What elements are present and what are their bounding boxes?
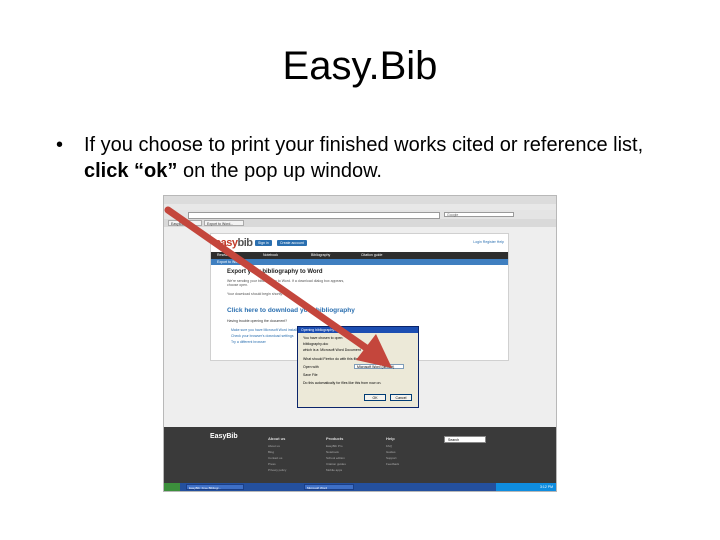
taskbar-word[interactable]: Microsoft Word (304, 484, 354, 490)
tab-strip: EasyBib Export to Word... (164, 219, 556, 227)
footer-link[interactable]: Contact us (268, 456, 282, 460)
cancel-button[interactable]: Cancel (390, 394, 412, 401)
taskbar-firefox[interactable]: EasyBib: Free Bibliogr... (186, 484, 244, 490)
footer-link[interactable]: About us (268, 444, 280, 448)
bullet-list: • If you choose to print your finished w… (56, 132, 676, 184)
site-footer: EasyBib About us About us Blog Contact u… (164, 427, 556, 483)
navigation-toolbar: Google (164, 210, 556, 219)
bullet-text-part1: If you choose to print your finished wor… (84, 134, 644, 156)
bullet-text-part2: on the pop up window. (177, 160, 382, 182)
footer-link[interactable]: Feedback (386, 462, 399, 466)
footer-link[interactable]: Blog (268, 450, 274, 454)
footer-head-products: Products (326, 436, 344, 441)
logo-bib: bib (237, 237, 253, 249)
sign-in-button[interactable]: Sign in (255, 240, 272, 246)
open-with-radio[interactable]: Open with (303, 365, 319, 369)
tab-easybib[interactable]: EasyBib (168, 220, 202, 226)
search-box[interactable]: Google (444, 212, 514, 217)
main-nav: Research Notebook Bibliography Citation … (211, 252, 508, 259)
export-paragraph-2: Your download should begin shortly. (227, 292, 283, 296)
footer-logo[interactable]: EasyBib (210, 433, 238, 440)
footer-head-help: Help (386, 436, 395, 441)
footer-head-about: About us (268, 436, 286, 441)
slide-title: Easy.Bib (282, 44, 438, 88)
footer-link[interactable]: EasyBib Pro (326, 444, 343, 448)
dialog-line-4: What should Firefox do with this file? (303, 357, 360, 361)
bullet-symbol: • (56, 134, 64, 156)
nav-bibliography[interactable]: Bibliography (311, 252, 330, 259)
export-heading: Export your bibliography to Word (227, 269, 323, 275)
footer-link[interactable]: Citation guides (326, 462, 346, 466)
address-bar[interactable] (188, 212, 440, 219)
dialog-line-3: which is a: Microsoft Word Document (303, 348, 361, 352)
help-list-item-3[interactable]: Try a different browser (231, 340, 266, 344)
footer-link[interactable]: School edition (326, 456, 345, 460)
subnav-export[interactable]: Export to Word (217, 259, 240, 265)
os-taskbar: EasyBib: Free Bibliogr... Microsoft Word… (164, 483, 556, 491)
bullet-text: If you choose to print your finished wor… (84, 132, 676, 184)
footer-link[interactable]: Support (386, 456, 397, 460)
export-paragraph-1: We're sending your bibliography to Word.… (227, 279, 345, 287)
save-file-radio[interactable]: Save File (303, 373, 318, 377)
help-list-item-2[interactable]: Check your browser's download settings (231, 334, 294, 338)
ok-button[interactable]: OK (364, 394, 386, 401)
start-button[interactable] (164, 483, 180, 491)
footer-link[interactable]: Guides (386, 450, 396, 454)
nav-research[interactable]: Research (217, 252, 232, 259)
tab-export[interactable]: Export to Word... (204, 220, 244, 226)
system-tray-clock: 3:12 PM (496, 483, 556, 491)
download-dialog: Opening bibliography.doc You have chosen… (297, 326, 419, 408)
bullet-text-bold: click “ok” (84, 160, 178, 182)
top-links[interactable]: Login Register Help (473, 240, 504, 244)
footer-link[interactable]: Press (268, 462, 276, 466)
sub-nav: Export to Word (211, 259, 508, 265)
nav-notebook[interactable]: Notebook (263, 252, 278, 259)
download-link[interactable]: Click here to download your bibliography (227, 307, 355, 314)
footer-link[interactable]: Mobile apps (326, 468, 342, 472)
footer-link[interactable]: Privacy policy (268, 468, 286, 472)
browser-screenshot: Google EasyBib Export to Word... easybib… (163, 195, 557, 492)
window-titlebar (164, 196, 556, 204)
open-with-select[interactable]: Microsoft Word (default) (354, 364, 404, 369)
trouble-subheading: Having trouble opening the document? (227, 319, 288, 323)
dialog-line-2: bibliography.doc (303, 342, 329, 346)
footer-search[interactable]: Search (444, 436, 486, 443)
footer-link[interactable]: FAQ (386, 444, 392, 448)
dialog-line-1: You have chosen to open: (303, 336, 344, 340)
logo-easy: easy (215, 237, 238, 249)
create-account-button[interactable]: Create account (277, 240, 307, 246)
nav-citation-guide[interactable]: Citation guide (361, 252, 382, 259)
dialog-title: Opening bibliography.doc (298, 327, 418, 333)
footer-link[interactable]: Notebook (326, 450, 339, 454)
auto-checkbox[interactable]: Do this automatically for files like thi… (303, 381, 381, 385)
help-list-item-1[interactable]: Make sure you have Microsoft Word instal… (231, 328, 301, 332)
easybib-logo[interactable]: easybib (215, 237, 253, 249)
web-page: easybib Sign in Create account Login Reg… (164, 227, 556, 427)
